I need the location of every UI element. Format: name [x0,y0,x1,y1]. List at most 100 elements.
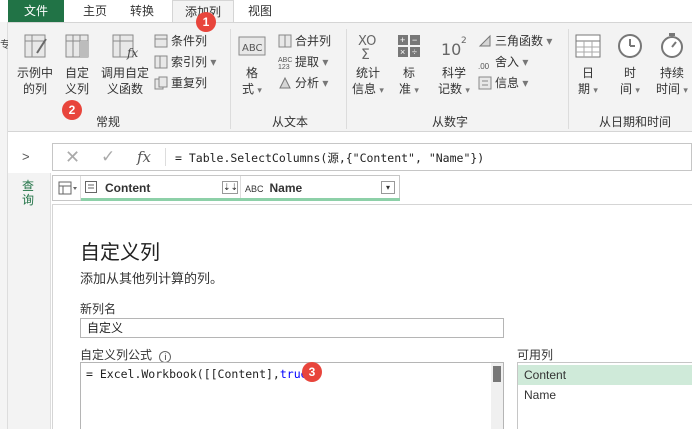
merge-columns-label: 合并列 [295,34,332,48]
conditional-column-button[interactable]: 条件列 [154,31,207,51]
statistics-label-2: 信息 [352,82,377,96]
information-icon [478,76,492,90]
svg-text:Σ: Σ [361,47,370,61]
group-label-general: 常规 [95,115,120,129]
information-button[interactable]: 信息 ▾ [478,73,528,93]
custom-column-label-1: 自定 [64,66,89,80]
custom-column-button[interactable]: 自定 义列 [60,31,94,97]
statistics-button[interactable]: XO Σ 统计 信息 ▾ [350,31,386,98]
format-text-icon: ABC [238,36,266,56]
step-badge-3: 3 [302,362,322,382]
date-label-1: 日 [581,66,594,80]
calendar-icon [575,34,601,58]
format-label-2: 式 [242,82,255,96]
data-grid-header: Content ⇣⇣ ABC Name ▾ [52,175,400,201]
svg-text:×: × [400,47,405,57]
duration-label-2: 时间 [656,82,681,96]
information-label: 信息 [495,76,520,90]
standard-label-2: 准 [399,82,412,96]
duplicate-column-button[interactable]: 重复列 [154,73,207,93]
merge-columns-button[interactable]: 合并列 [278,31,331,51]
column-from-examples-label-2: 的列 [22,82,47,96]
custom-column-formula-label: 自定义列公式 i [80,346,172,363]
confirm-formula-icon[interactable]: ✓ [101,147,115,167]
formula-editor-scroll-thumb[interactable] [493,366,501,382]
dialog-title: 自定义列 [80,242,160,264]
column-from-examples-label-1: 示例中 [16,66,53,80]
filter-dropdown-icon[interactable]: ▾ [381,181,395,194]
merge-columns-icon [278,34,292,48]
column-header-name[interactable]: ABC Name ▾ [243,176,399,200]
background-window-text: 专 [0,40,8,51]
formula-prefix: = Excel.Workbook([[Content], [86,367,280,381]
ribbon-tab-bar: 文件 主页 转换 添加列 视图 [0,0,692,23]
group-label-from-datetime: 从日期和时间 [598,115,671,129]
step-badge-2: 2 [62,100,82,120]
new-column-name-input[interactable]: 自定义 [80,318,504,338]
time-button[interactable]: 时 间 ▾ [614,31,646,98]
table-menu-button[interactable] [55,176,81,200]
scientific-label-2: 记数 [438,82,463,96]
available-column-item[interactable]: Name [518,385,692,405]
group-label-from-number: 从数字 [431,115,468,129]
column-header-content[interactable]: Content ⇣⇣ [83,176,241,200]
standard-math-icon: + − × ÷ [398,35,420,57]
queries-pane-label: 查询 [22,179,35,207]
clock-icon [618,34,642,58]
scientific-button[interactable]: 10 2 科学 记数 ▾ [434,31,474,98]
group-separator [230,29,231,129]
invoke-custom-function-label-2: 义函数 [106,82,143,96]
duration-button[interactable]: 持续 时间 ▾ [654,31,690,98]
scientific-icon: 10 2 [441,36,467,59]
table-icon [58,181,77,195]
svg-text:ABC: ABC [242,43,263,54]
standard-button[interactable]: + − × ÷ 标 准 ▾ [394,31,424,98]
duration-label-1: 持续 [659,66,684,80]
available-column-item[interactable]: Content [518,365,692,385]
svg-text:10: 10 [441,40,461,59]
custom-column-formula-editor[interactable]: = Excel.Workbook([[Content],true) [80,362,504,429]
parse-icon [278,76,292,90]
text-type-icon: ABC [245,184,264,194]
standard-label-1: 标 [402,66,415,80]
fx-icon[interactable]: fx [137,148,151,166]
time-label-1: 时 [623,66,636,80]
expand-column-icon[interactable]: ⇣⇣ [222,181,238,194]
tab-view[interactable]: 视图 [240,0,280,22]
custom-column-formula-label-text: 自定义列公式 [80,348,153,362]
cancel-formula-icon[interactable]: ✕ [65,147,80,168]
duplicate-column-label: 重复列 [171,76,208,90]
parse-button[interactable]: 分析 ▾ [278,73,328,93]
format-button[interactable]: ABC 格 式 ▾ [234,31,270,98]
expand-queries-chevron-icon[interactable]: > [22,149,30,164]
invoke-custom-function-label-1: 调用自定 [100,66,149,80]
extract-label: 提取 [295,55,320,69]
available-columns-list: Content Name [517,362,692,429]
formula-bar-divider [165,148,166,166]
extract-button[interactable]: ABC 123 提取 ▾ [278,52,328,72]
svg-text:+: + [400,35,405,45]
trigonometry-button[interactable]: 三角函数 ▾ [478,31,552,51]
dialog-subtitle: 添加从其他列计算的列。 [80,271,224,286]
column-from-examples-button[interactable]: 示例中 的列 [12,31,58,97]
index-column-button[interactable]: 索引列 ▾ [154,52,216,72]
queries-pane-collapsed[interactable]: 查询 [8,173,51,429]
svg-text:−: − [412,35,417,45]
tab-transform[interactable]: 转换 [120,0,164,22]
date-button[interactable]: 日 期 ▾ [572,31,604,98]
custom-column-icon [65,34,89,58]
formula-text[interactable]: = Table.SelectColumns(源,{"Content", "Nam… [175,150,484,166]
tab-home[interactable]: 主页 [74,0,116,22]
column-quality-bar [81,198,400,201]
group-label-from-text: 从文本 [271,115,308,129]
index-column-label: 索引列 [171,55,208,69]
scientific-label-1: 科学 [441,66,466,80]
invoke-custom-function-button[interactable]: fx 调用自定 义函数 [96,31,154,97]
svg-text:fx: fx [126,46,138,60]
tab-file[interactable]: 文件 [8,0,64,22]
trigonometry-icon [478,34,492,48]
rounding-button[interactable]: .00 舍入 ▾ [478,52,528,72]
formula-bar[interactable]: ✕ ✓ fx = Table.SelectColumns(源,{"Content… [52,143,692,171]
formula-editor-text[interactable]: = Excel.Workbook([[Content],true) [86,367,315,381]
extract-icon: ABC 123 [278,57,293,71]
